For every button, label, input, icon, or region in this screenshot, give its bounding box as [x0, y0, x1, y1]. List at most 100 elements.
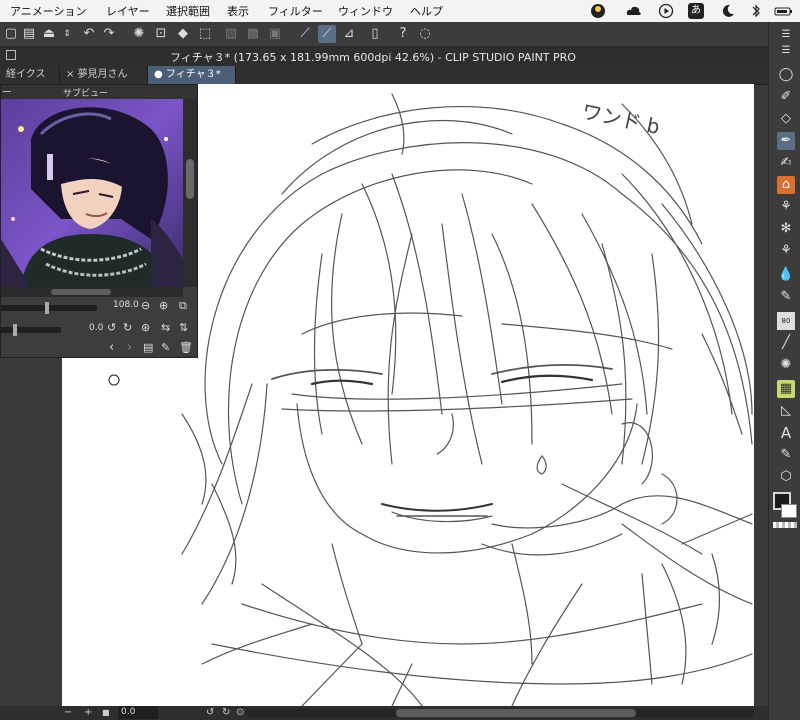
frame-tool-icon[interactable]: ▦ [777, 380, 795, 398]
open-folder-icon[interactable]: ▤ [143, 341, 153, 354]
previous-image-icon[interactable]: ‹ [109, 340, 114, 355]
menu-help[interactable]: ヘルプ [410, 3, 443, 19]
zoom-out-icon[interactable]: ⊖ [141, 299, 150, 312]
clear-icon[interactable]: ⊡ [152, 25, 170, 43]
reset-icon[interactable]: ⊙ [236, 706, 244, 720]
panel-scrollbar[interactable] [183, 99, 197, 287]
pen-tool-icon[interactable]: ✒ [777, 132, 795, 150]
flip-vertical-icon[interactable]: ⇅ [179, 321, 188, 334]
menu-view[interactable]: 表示 [227, 3, 249, 19]
battery-icon[interactable] [774, 3, 792, 19]
export-icon[interactable]: ⏏ [40, 25, 58, 43]
redo-icon[interactable]: ↷ [100, 25, 118, 43]
rotate-right-icon[interactable]: ↻ [222, 706, 230, 720]
chevron-updown-icon[interactable]: ⇕ [58, 25, 76, 43]
panel-menu-icon[interactable] [3, 91, 11, 92]
eyedropper-icon[interactable]: ✎ [161, 341, 170, 354]
tab-label: フィチャ３* [165, 69, 221, 80]
slider-handle[interactable] [13, 324, 17, 336]
eraser-tool-icon[interactable]: ◇ [777, 110, 795, 128]
menu-layer[interactable]: レイヤー [106, 3, 150, 19]
object-tool-icon[interactable]: ⬡ [777, 468, 795, 486]
document-title-bar: フィチャ３* (173.65 x 181.99mm 600dpi 42.6%) … [0, 46, 768, 66]
ribbon-tool-icon[interactable]: ⚘ [777, 242, 795, 260]
user-icon[interactable] [590, 3, 606, 19]
canvas-horizontal-scrollbar[interactable] [246, 709, 754, 717]
rotate-left-icon[interactable]: ↺ [107, 321, 116, 334]
reset-rotation-icon[interactable]: ⊛ [141, 321, 150, 334]
help-icon[interactable]: ? [394, 25, 412, 43]
status-bar: − + ■ 0.0 ↺ ↻ ⊙ [0, 706, 768, 720]
invert-selection-icon[interactable]: ▣ [266, 25, 284, 43]
rotate-left-icon[interactable]: ↺ [206, 706, 214, 720]
panel-menu-icon-2[interactable]: ☰ [777, 42, 795, 60]
menu-filter[interactable]: フィルター [268, 3, 323, 19]
next-image-icon[interactable]: › [127, 340, 132, 355]
brush-size-icon[interactable]: 80 [777, 312, 795, 330]
new-file-icon[interactable]: ▢ [2, 25, 20, 43]
menu-selection[interactable]: 選択範囲 [166, 3, 210, 19]
select-all-icon[interactable]: ⬚ [196, 25, 214, 43]
tab-document-3[interactable]: ● フィチャ３* [148, 66, 236, 84]
scroll-thumb[interactable] [396, 709, 636, 717]
line-tool-icon[interactable]: ╱ [777, 334, 795, 352]
balloon-tool-icon[interactable]: ✎ [777, 446, 795, 464]
gear-icon[interactable]: ✻ [777, 220, 795, 238]
rotate-right-icon[interactable]: ↻ [123, 321, 132, 334]
flip-horizontal-icon[interactable]: ⇆ [161, 321, 170, 334]
eyedropper-tool-icon[interactable]: ✐ [777, 88, 795, 106]
fit-view-icon[interactable]: ⧉ [179, 299, 187, 313]
ruler-tool-icon[interactable]: ◺ [777, 402, 795, 420]
moon-icon[interactable] [720, 3, 736, 19]
panel-title: サブビュー [63, 89, 109, 99]
menu-window[interactable]: ウィンドウ [338, 3, 393, 19]
tab-document-2[interactable]: × 夢見月さん [60, 66, 148, 84]
zoom-in-icon[interactable]: ⊕ [159, 299, 168, 312]
rotate-slider[interactable] [1, 324, 61, 336]
tutorial-icon[interactable]: ◌ [416, 25, 434, 43]
zoom-slider[interactable] [1, 302, 97, 314]
tool-palette: ☰ ☰ ◯ ✐ ◇ ✒ ✍ ⌂ ⚘ ✻ ⚘ 💧 ✎ 80 ╱ ✺ ▦ ◺ A ✎… [768, 22, 800, 720]
fit-icon[interactable]: ■ [102, 706, 110, 720]
ruler-snap-icon[interactable]: ⟋ [296, 25, 314, 43]
sub-color-swatch[interactable] [781, 504, 797, 518]
input-method-icon[interactable]: あ [688, 3, 704, 19]
lasso-icon[interactable]: ◯ [777, 66, 795, 84]
blend-tool-icon[interactable]: 💧 [777, 266, 795, 284]
marker-tool-icon[interactable]: ✎ [777, 288, 795, 306]
transparent-color-swatch[interactable] [773, 522, 797, 528]
slider-handle[interactable] [45, 302, 49, 314]
zoom-out-icon[interactable]: − [64, 706, 72, 720]
smartphone-icon[interactable]: ▯ [366, 25, 384, 43]
scroll-thumb[interactable] [186, 159, 194, 199]
reference-image[interactable] [1, 99, 183, 287]
modified-dot-icon: ● [154, 69, 166, 80]
deselect-icon[interactable]: ▩ [244, 25, 262, 43]
burst-tool-icon[interactable]: ✺ [777, 356, 795, 374]
cloud-icon[interactable] [625, 3, 641, 19]
text-tool-icon[interactable]: A [777, 424, 795, 442]
bluetooth-icon[interactable] [748, 3, 764, 19]
reference-illustration [1, 99, 183, 287]
play-icon[interactable] [658, 3, 674, 19]
scroll-thumb[interactable] [51, 289, 111, 295]
horizontal-scrollbar[interactable] [1, 287, 183, 297]
zoom-in-icon[interactable]: + [84, 706, 92, 720]
trash-icon[interactable]: 🗑 [179, 341, 193, 354]
brush-tool-icon[interactable]: ✍ [777, 154, 795, 172]
menu-animation[interactable]: アニメーション [10, 3, 87, 19]
open-folder-icon[interactable]: ▤ [20, 25, 38, 43]
handwritten-note: ワンド b [580, 99, 662, 139]
special-ruler-snap-icon[interactable]: ⟋ [318, 25, 336, 43]
close-icon[interactable]: × [66, 69, 78, 80]
window-control-icon[interactable] [6, 50, 16, 60]
decoration-tool-icon[interactable]: ⚘ [777, 198, 795, 216]
fill-icon[interactable]: ◆ [174, 25, 192, 43]
zoom-field[interactable]: 0.0 [118, 706, 158, 719]
crop-icon[interactable]: ▨ [222, 25, 240, 43]
undo-icon[interactable]: ↶ [80, 25, 98, 43]
house-tool-icon[interactable]: ⌂ [777, 176, 795, 194]
grid-snap-icon[interactable]: ⊿ [340, 25, 358, 43]
loading-icon[interactable]: ✺ [130, 25, 148, 43]
tab-document-1[interactable]: 経イクス [0, 66, 60, 84]
